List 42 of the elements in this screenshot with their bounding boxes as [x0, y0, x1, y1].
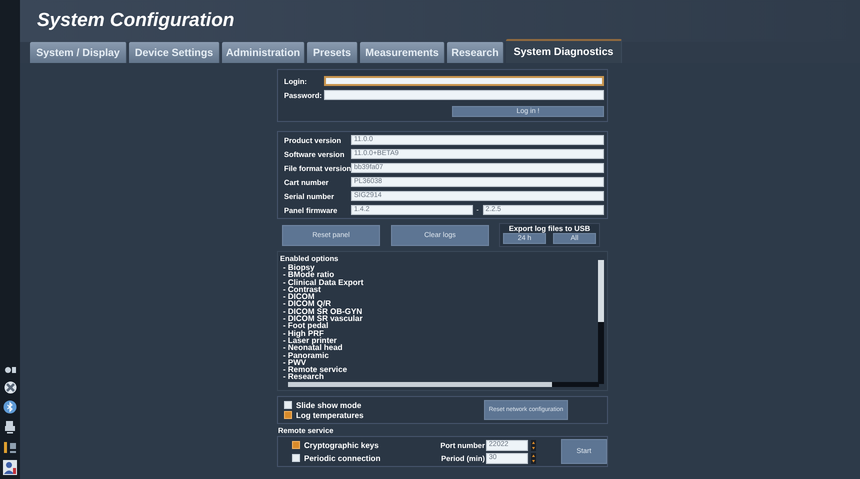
input-field[interactable] — [324, 76, 604, 86]
input-field[interactable] — [324, 90, 604, 100]
option-item: - Foot pedal — [283, 322, 330, 330]
option-item: - Panoramic — [283, 352, 330, 359]
option-item: - Remote service — [283, 366, 348, 374]
checkbox[interactable] — [292, 454, 300, 462]
horizontal-scrollbar[interactable] — [288, 382, 599, 387]
tab[interactable]: Measurements — [360, 42, 445, 63]
option-item: - Laser printer — [283, 336, 337, 344]
window-title: System Configuration — [37, 10, 234, 32]
option-item: - Biopsy — [283, 264, 316, 272]
printer-icon[interactable] — [4, 420, 16, 434]
close-icon[interactable] — [4, 381, 16, 394]
option-item: - DICOM Q/R — [283, 300, 331, 308]
tab[interactable]: Device Settings — [129, 42, 220, 63]
option-item: - High PRF — [283, 330, 324, 337]
option-item: - DICOM SR vascular — [283, 315, 364, 322]
option-item: - DICOM SR OB-GYN — [283, 308, 364, 316]
checkbox-label: Cryptographic keys — [304, 440, 379, 450]
bluetooth-icon[interactable] — [3, 400, 17, 414]
checkbox[interactable] — [292, 441, 300, 449]
tab[interactable]: Administration — [222, 42, 305, 63]
option-item: - PWV — [283, 358, 306, 366]
option-item: - DICOM — [283, 293, 315, 300]
option-item: - Clinical Data Export — [283, 278, 364, 286]
tab[interactable]: System / Display — [30, 42, 127, 63]
checkbox-label: Log temperatures — [296, 410, 364, 420]
checkbox-label: Periodic connection — [304, 454, 380, 462]
tab[interactable]: Research — [447, 42, 504, 63]
option-item: - Neonatal head — [283, 344, 344, 352]
option-item: - BMode ratio — [283, 271, 336, 279]
tab[interactable]: System Diagnostics — [506, 39, 622, 63]
user-icon[interactable] — [3, 460, 17, 475]
vertical-scrollbar[interactable] — [598, 260, 604, 384]
option-item: - Contrast — [283, 286, 321, 294]
tab[interactable]: Presets — [307, 42, 358, 63]
option-item: - Research — [283, 373, 324, 381]
checkbox[interactable] — [284, 401, 292, 409]
checkbox-label: Slide show mode — [296, 400, 362, 410]
spinner-icon[interactable] — [530, 452, 536, 464]
spinner-icon[interactable] — [530, 440, 536, 450]
checkbox[interactable] — [284, 411, 292, 419]
